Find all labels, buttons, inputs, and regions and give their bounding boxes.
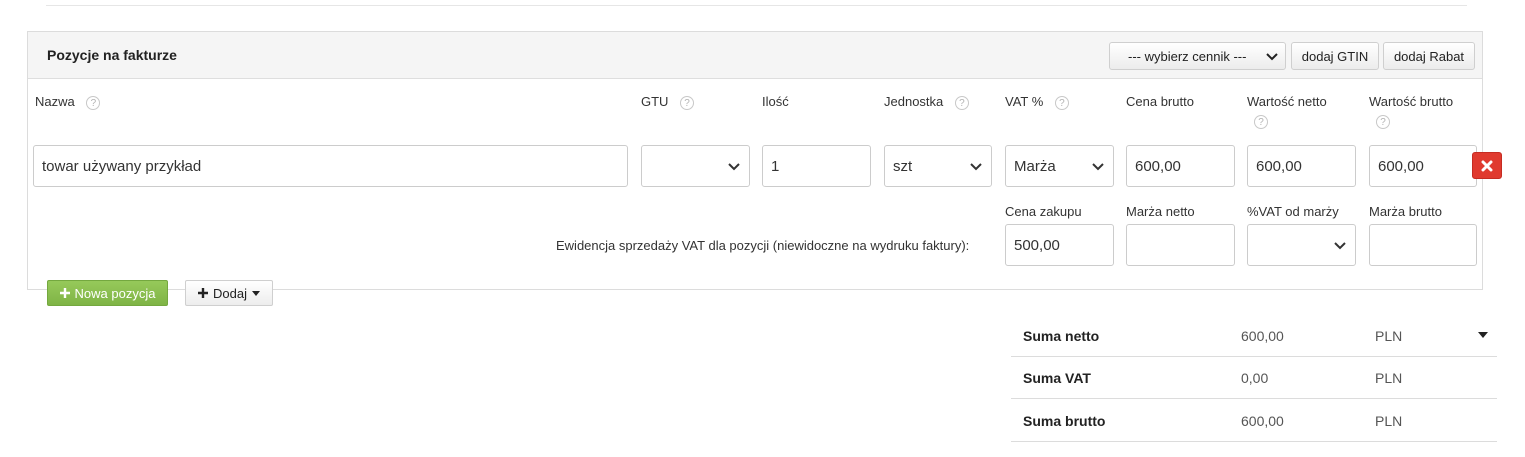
net-margin-input[interactable] <box>1126 224 1235 266</box>
summary-label: Suma netto <box>1023 328 1100 344</box>
add-gtin-button[interactable]: dodaj GTIN <box>1291 42 1379 70</box>
column-gross-value-label: Wartość brutto <box>1369 94 1454 109</box>
column-header-name: Nazwa ? <box>35 94 101 110</box>
question-circle-icon[interactable]: ? <box>1254 115 1268 129</box>
net-value-value: 600,00 <box>1256 157 1302 175</box>
summary-label: Suma VAT <box>1023 370 1091 386</box>
column-net-value-label: Wartość netto <box>1247 94 1327 109</box>
column-gtu-label: GTU <box>641 94 669 109</box>
summary-value: 600,00 <box>1241 328 1284 344</box>
purchase-price-input[interactable]: 500,00 <box>1005 224 1114 266</box>
summary-row-vat: Suma VAT 0,00 PLN <box>1011 357 1497 399</box>
delete-item-button[interactable] <box>1472 152 1502 179</box>
summary-currency: PLN <box>1375 328 1403 344</box>
summary-row-gross: Suma brutto 600,00 PLN <box>1011 400 1497 442</box>
caret-down-icon[interactable] <box>1478 332 1488 338</box>
vat-select[interactable]: Marża <box>1005 145 1114 187</box>
column-quantity-label: Ilość <box>762 94 789 109</box>
question-circle-icon[interactable]: ? <box>86 95 101 110</box>
pricelist-select-value: --- wybierz cennik --- <box>1128 48 1247 64</box>
question-circle-icon[interactable]: ? <box>1054 95 1069 110</box>
new-item-label: Nowa pozycja <box>74 285 156 301</box>
gross-price-input[interactable]: 600,00 <box>1126 145 1235 187</box>
gross-value-value: 600,00 <box>1378 157 1424 175</box>
net-margin-label: Marża netto <box>1126 204 1195 219</box>
add-dropdown-button[interactable]: Dodaj <box>185 280 273 306</box>
purchase-price-label: Cena zakupu <box>1005 204 1082 219</box>
column-header-net-value: Wartość netto <box>1247 94 1327 109</box>
summary-currency: PLN <box>1375 370 1403 386</box>
chevron-down-icon <box>1334 242 1346 250</box>
vat-select-value: Marża <box>1014 157 1056 175</box>
column-header-quantity: Ilość <box>762 94 789 109</box>
caret-down-icon <box>251 290 260 296</box>
add-discount-button[interactable]: dodaj Rabat <box>1383 42 1475 70</box>
column-header-gross-value: Wartość brutto <box>1369 94 1453 109</box>
quantity-input[interactable]: 1 <box>762 145 871 187</box>
new-item-button[interactable]: Nowa pozycja <box>47 280 168 306</box>
vat-margin-select[interactable] <box>1247 224 1356 266</box>
add-label: Dodaj <box>213 285 247 301</box>
question-circle-icon[interactable]: ? <box>680 95 695 110</box>
gtu-select[interactable] <box>641 145 750 187</box>
column-header-vat: VAT % ? <box>1005 94 1069 110</box>
add-discount-label: dodaj Rabat <box>1393 48 1465 64</box>
column-header-unit: Jednostka ? <box>884 94 969 110</box>
vat-margin-record-label: Ewidencja sprzedaży VAT dla pozycji (nie… <box>556 238 970 253</box>
summary-value: 0,00 <box>1241 370 1269 386</box>
gross-margin-input[interactable] <box>1369 224 1477 266</box>
plus-icon <box>198 288 209 298</box>
column-unit-label: Jednostka <box>884 94 944 109</box>
column-name-label: Nazwa <box>35 94 75 109</box>
purchase-price-value: 500,00 <box>1014 236 1060 254</box>
item-name-value: towar używany przykład <box>42 157 202 175</box>
summary-value: 600,00 <box>1241 413 1284 429</box>
gross-margin-label: Marża brutto <box>1369 204 1442 219</box>
gross-price-value: 600,00 <box>1135 157 1181 175</box>
add-gtin-label: dodaj GTIN <box>1301 48 1369 64</box>
unit-select[interactable]: szt <box>884 145 992 187</box>
panel-header: Pozycje na fakturze --- wybierz cennik -… <box>28 32 1482 79</box>
chevron-down-icon <box>728 163 740 171</box>
summary-currency: PLN <box>1375 413 1403 429</box>
chevron-down-icon <box>970 163 982 171</box>
times-icon <box>1481 160 1493 171</box>
vat-margin-label: %VAT od marży <box>1247 204 1339 219</box>
column-gross-price-label: Cena brutto <box>1126 94 1194 109</box>
column-header-gtu: GTU ? <box>641 94 695 110</box>
panel-title: Pozycje na fakturze <box>47 47 177 63</box>
column-vat-label: VAT % <box>1005 94 1044 109</box>
unit-select-value: szt <box>893 157 913 175</box>
chevron-down-icon <box>1092 163 1104 171</box>
quantity-value: 1 <box>771 157 780 175</box>
plus-icon <box>59 288 70 298</box>
question-circle-icon[interactable]: ? <box>1376 115 1390 129</box>
summary-row-net: Suma netto 600,00 PLN <box>1011 315 1497 357</box>
net-value-input[interactable]: 600,00 <box>1247 145 1356 187</box>
pricelist-select[interactable]: --- wybierz cennik --- <box>1109 42 1286 70</box>
summary-label: Suma brutto <box>1023 413 1106 429</box>
chevron-down-icon <box>1266 53 1278 61</box>
gross-value-input[interactable]: 600,00 <box>1369 145 1477 187</box>
column-header-gross-price: Cena brutto <box>1126 94 1194 109</box>
top-divider <box>46 5 1467 6</box>
item-name-input[interactable]: towar używany przykład <box>33 145 628 187</box>
question-circle-icon[interactable]: ? <box>954 95 969 110</box>
